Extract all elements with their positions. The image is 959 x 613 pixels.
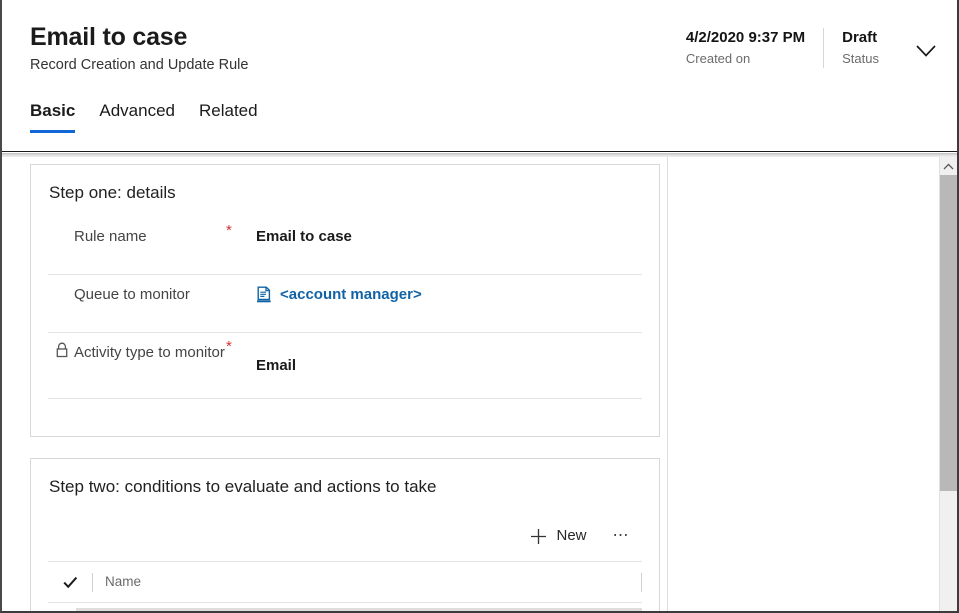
tab-related[interactable]: Related <box>199 100 258 133</box>
queue-icon <box>256 286 272 304</box>
step-one-card: Step one: details Rule name * Email to c… <box>30 164 660 437</box>
header-stats: 4/2/2020 9:37 PM Created on Draft Status <box>686 28 939 68</box>
record-type-subtitle: Record Creation and Update Rule <box>30 57 249 73</box>
field-label-activity-type-to-monitor: Activity type to monitor <box>48 333 226 363</box>
chevron-up-icon[interactable] <box>940 157 957 175</box>
field-row-activity-type-to-monitor: Activity type to monitor * Email <box>48 333 642 399</box>
tab-advanced[interactable]: Advanced <box>99 100 175 133</box>
conditions-grid: Name <box>48 562 642 611</box>
required-indicator-rule-name: * <box>226 222 232 239</box>
new-button-label: New <box>556 527 587 544</box>
step-one-fields: Rule name * Email to case Queue to monit… <box>31 217 659 399</box>
scrollbar-thumb[interactable] <box>940 175 957 491</box>
page-title: Email to case <box>30 23 188 51</box>
form-tabs: Basic Advanced Related <box>30 100 258 133</box>
field-label-rule-name: Rule name <box>74 228 147 245</box>
field-value-rule-name[interactable]: Email to case <box>256 217 642 247</box>
field-label-queue-to-monitor: Queue to monitor <box>74 286 190 303</box>
field-value-activity-type-to-monitor[interactable]: Email <box>256 333 642 376</box>
tab-basic[interactable]: Basic <box>30 100 76 133</box>
vertical-scrollbar[interactable] <box>939 157 957 611</box>
record-header: Email to case Record Creation and Update… <box>2 0 957 152</box>
required-indicator-queue-to-monitor <box>226 275 256 280</box>
ellipsis-icon[interactable]: ⋯ <box>601 521 643 551</box>
field-label-activity-type-text: Activity type to monitor <box>74 344 225 361</box>
grid-row-divider <box>76 608 642 611</box>
status-label: Status <box>842 51 879 66</box>
grid-command-bar: New ⋯ <box>48 521 642 562</box>
lock-icon <box>55 342 69 358</box>
grid-column-name[interactable]: Name <box>93 573 641 591</box>
form-body: Step one: details Rule name * Email to c… <box>2 157 957 611</box>
record-header-titles: Email to case Record Creation and Update… <box>30 22 248 75</box>
chevron-down-icon[interactable] <box>913 38 939 64</box>
created-on-value: 4/2/2020 9:37 PM <box>685 29 806 46</box>
status-badge: Draft <box>842 29 878 46</box>
field-row-rule-name: Rule name * Email to case <box>48 217 642 275</box>
app-window: Email to case Record Creation and Update… <box>0 0 959 613</box>
status-stat: Draft Status <box>823 28 897 68</box>
grid-header-row: Name <box>48 562 642 611</box>
step-two-title: Step two: conditions to evaluate and act… <box>49 477 437 496</box>
field-row-queue-to-monitor: Queue to monitor <account manager> <box>48 275 642 333</box>
step-two-card: Step two: conditions to evaluate and act… <box>30 458 660 611</box>
content-right-divider <box>667 157 668 611</box>
created-on-stat: 4/2/2020 9:37 PM Created on <box>686 28 823 68</box>
plus-icon <box>530 528 547 545</box>
queue-link-text: <account manager> <box>280 286 422 303</box>
column-separator-end <box>641 572 642 592</box>
required-indicator-activity-type: * <box>226 338 232 355</box>
step-one-title: Step one: details <box>49 183 176 202</box>
checkmark-icon[interactable] <box>48 576 92 589</box>
field-value-queue-to-monitor[interactable]: <account manager> <box>256 275 642 305</box>
new-button[interactable]: New <box>520 521 596 551</box>
created-on-label: Created on <box>685 51 751 66</box>
